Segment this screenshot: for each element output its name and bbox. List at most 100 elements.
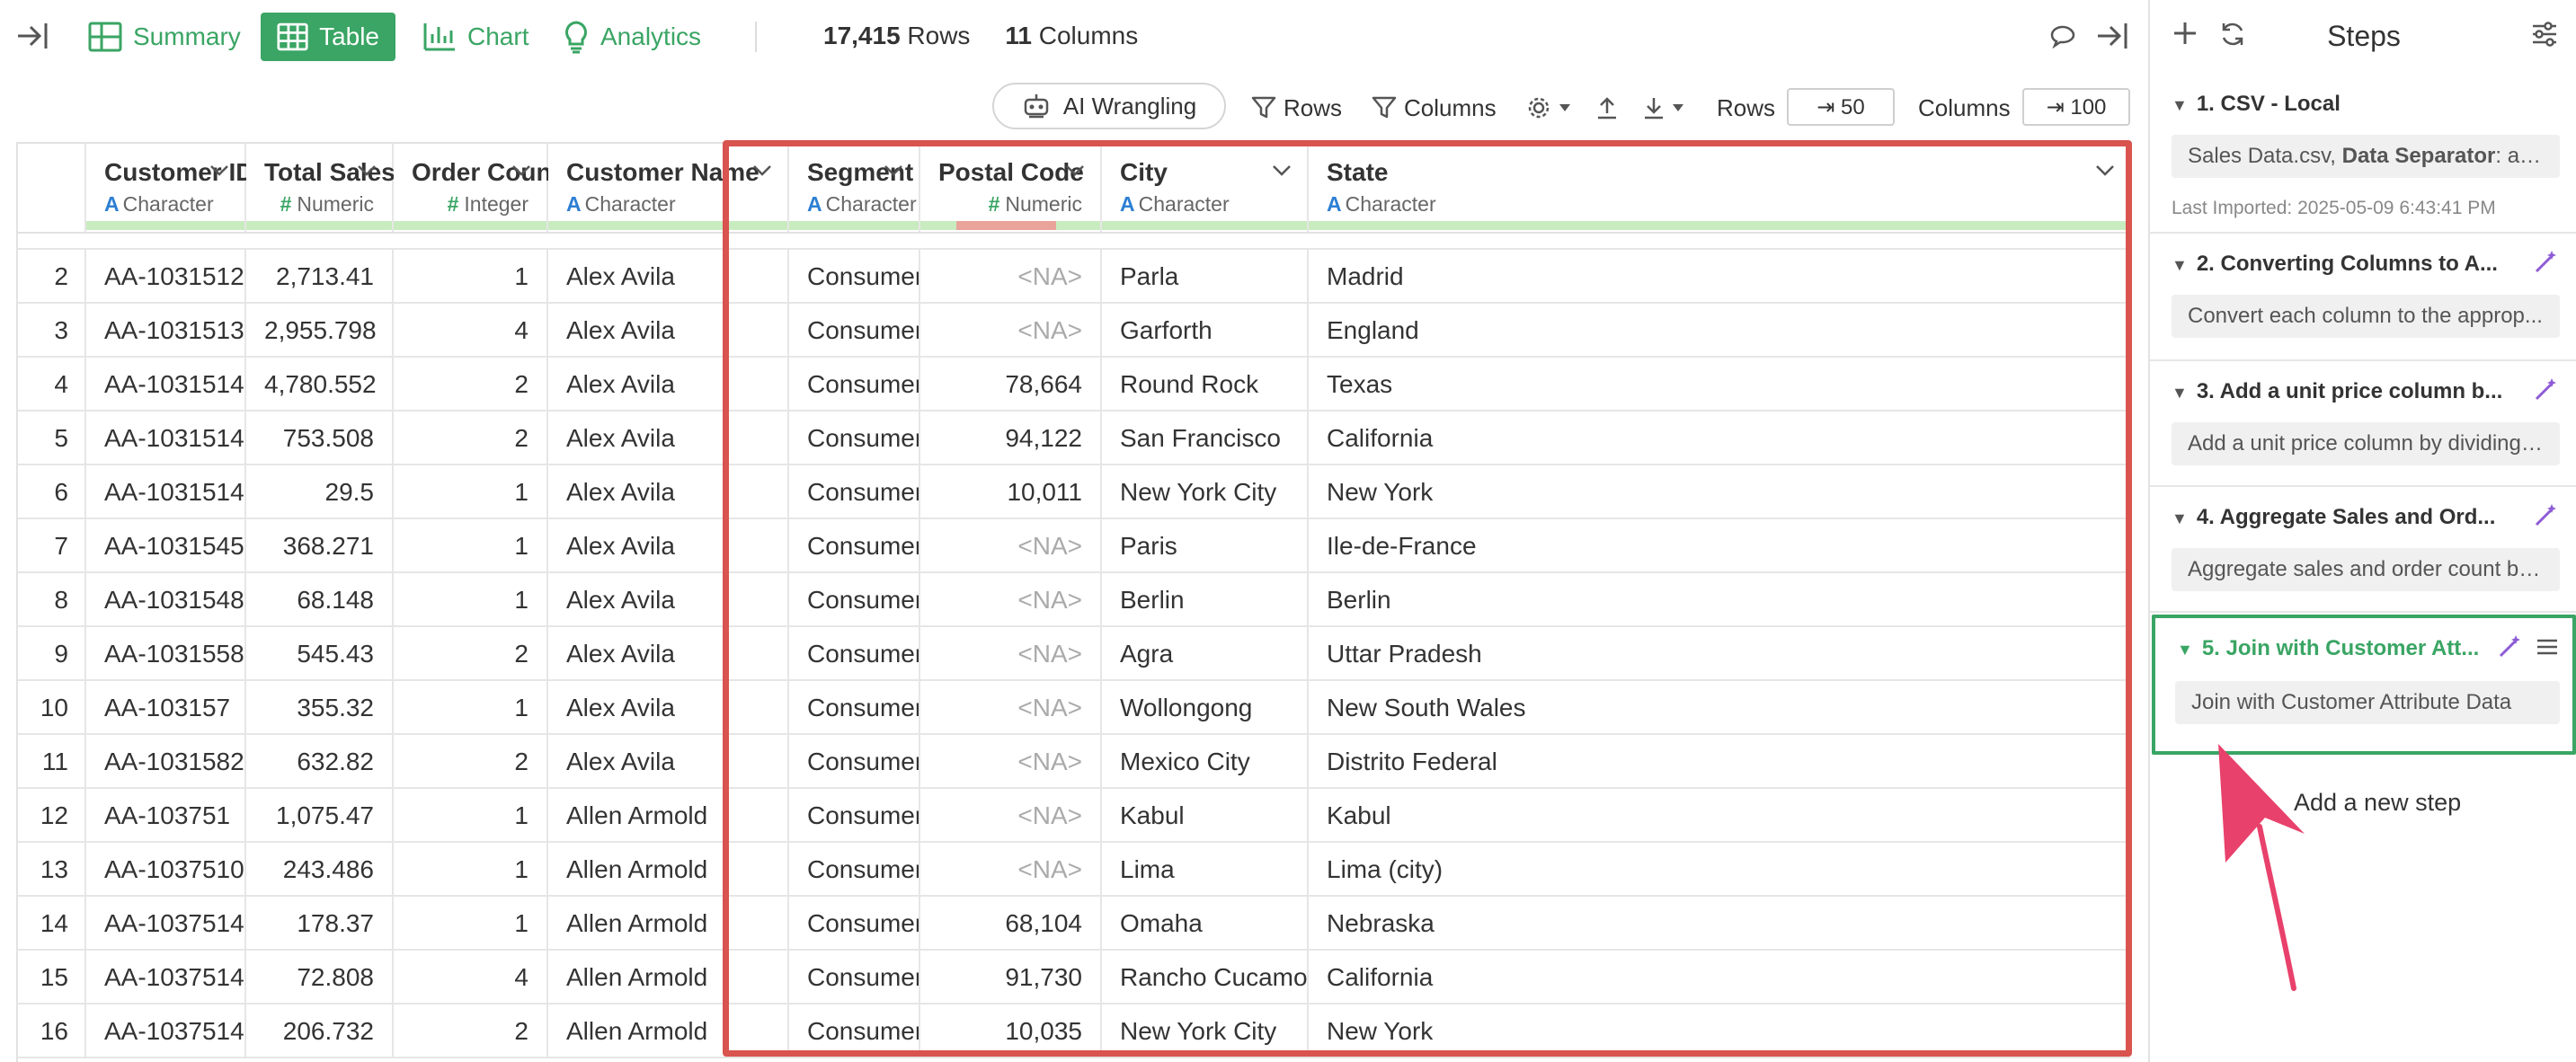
table-cell[interactable]: Consumer — [789, 681, 920, 735]
table-row[interactable]: 3 AA-10315139 2,955.798 4 Alex Avila Consumer… — [18, 304, 2130, 358]
table-cell[interactable]: Consumer — [789, 627, 920, 681]
table-row[interactable]: 10 AA-103157 355.32 1 Alex Avila Consumer <NA>… — [18, 681, 2130, 735]
table-row[interactable]: 14AA-103751402178.371Allen ArmoldConsume… — [18, 897, 2130, 951]
collapse-triangle-icon[interactable]: ▼ — [2172, 509, 2188, 528]
table-cell[interactable]: AA-103151406 — [86, 465, 246, 519]
table-cell[interactable]: Allen Armold — [548, 843, 789, 897]
chevron-down-icon[interactable] — [2094, 164, 2116, 178]
table-cell[interactable]: 29.5 — [246, 465, 394, 519]
table-row[interactable]: 11 AA-1031582 632.82 2 Alex Avila Consumer <NA… — [18, 735, 2130, 789]
table-cell[interactable]: AA-103151404 — [86, 412, 246, 465]
table-cell[interactable]: 1 — [394, 897, 548, 951]
table-row[interactable]: 5AA-103151404753.5082Alex AvilaConsumer9… — [18, 412, 2130, 465]
table-cell[interactable]: 368.271 — [246, 519, 394, 573]
table-cell[interactable]: <NA> — [920, 304, 1102, 358]
column-header[interactable]: Total Sales # Numeric — [246, 144, 395, 234]
collapse-triangle-icon[interactable]: ▼ — [2172, 96, 2188, 115]
table-row[interactable]: 15AA-10375140472.8084Allen ArmoldConsume… — [18, 951, 2130, 1004]
column-header[interactable]: Segment A Character — [789, 144, 920, 234]
table-cell[interactable]: 1 — [394, 843, 548, 897]
table-cell[interactable]: AA-103751404 — [86, 951, 246, 1004]
magic-wand-icon[interactable] — [2533, 250, 2558, 279]
table-cell[interactable]: California — [1309, 951, 2130, 1004]
chevron-down-icon[interactable] — [1271, 164, 1292, 178]
table-cell[interactable]: 1 — [394, 573, 548, 627]
table-cell[interactable]: Consumer — [789, 358, 920, 412]
step-3-add-unit-price[interactable]: ▼ 3. Add a unit price column b... Add a u… — [2150, 361, 2576, 487]
table-cell[interactable]: Consumer — [789, 519, 920, 573]
table-cell[interactable]: 1 — [394, 789, 548, 843]
collapse-triangle-icon[interactable]: ▼ — [2172, 384, 2188, 403]
table-cell[interactable]: 4,780.552 — [246, 358, 394, 412]
table-cell[interactable]: Nebraska — [1309, 897, 2130, 951]
table-cell[interactable]: 243.486 — [246, 843, 394, 897]
step-4-aggregate-sales[interactable]: ▼ 4. Aggregate Sales and Ord... Aggregate… — [2150, 487, 2576, 613]
magic-wand-icon[interactable] — [2533, 503, 2558, 533]
table-cell[interactable]: 2 — [394, 412, 548, 465]
table-cell[interactable]: Lima (city) — [1309, 843, 2130, 897]
table-cell[interactable]: Alex Avila — [548, 250, 789, 304]
table-cell[interactable]: AA-1031582 — [86, 735, 246, 789]
table-cell[interactable]: Allen Armold — [548, 951, 789, 1004]
table-cell[interactable]: 178.37 — [246, 897, 394, 951]
table-cell[interactable]: Alex Avila — [548, 304, 789, 358]
chevron-down-icon[interactable] — [209, 164, 230, 178]
table-cell[interactable]: Kabul — [1102, 789, 1309, 843]
table-cell[interactable]: <NA> — [920, 627, 1102, 681]
table-cell[interactable]: New South Wales — [1309, 681, 2130, 735]
table-cell[interactable]: 10,011 — [920, 465, 1102, 519]
tab-summary[interactable]: Summary — [72, 13, 257, 61]
chevron-down-icon[interactable] — [511, 164, 532, 178]
table-cell[interactable]: Berlin — [1309, 573, 2130, 627]
table-cell[interactable]: Allen Armold — [548, 789, 789, 843]
table-cell[interactable]: AA-10315139 — [86, 304, 246, 358]
table-cell[interactable]: <NA> — [920, 735, 1102, 789]
table-cell[interactable]: AA-10375101 — [86, 843, 246, 897]
table-cell[interactable]: <NA> — [920, 250, 1102, 304]
ai-wrangling-button[interactable]: AI Wrangling — [992, 83, 1226, 129]
table-cell[interactable]: Allen Armold — [548, 897, 789, 951]
table-cell[interactable]: Alex Avila — [548, 573, 789, 627]
table-cell[interactable]: Consumer — [789, 250, 920, 304]
table-cell[interactable]: England — [1309, 304, 2130, 358]
table-cell[interactable]: Consumer — [789, 412, 920, 465]
table-cell[interactable]: Lima — [1102, 843, 1309, 897]
table-cell[interactable]: 4 — [394, 951, 548, 1004]
table-row[interactable]: 16AA-103751406206.7322Allen ArmoldConsum… — [18, 1004, 2130, 1058]
table-cell[interactable]: 1 — [394, 465, 548, 519]
table-row[interactable]: 4AA-1031514024,780.5522Alex AvilaConsume… — [18, 358, 2130, 412]
sliders-settings-icon[interactable] — [2531, 22, 2558, 51]
table-cell[interactable]: <NA> — [920, 519, 1102, 573]
table-cell[interactable]: Consumer — [789, 304, 920, 358]
table-cell[interactable]: Paris — [1102, 519, 1309, 573]
column-header[interactable]: City A Character — [1102, 144, 1309, 234]
table-cell[interactable]: Consumer — [789, 1004, 920, 1058]
table-cell[interactable]: Consumer — [789, 573, 920, 627]
table-cell[interactable]: AA-103751406 — [86, 1004, 246, 1058]
table-cell[interactable]: 91,730 — [920, 951, 1102, 1004]
table-cell[interactable]: 1 — [394, 250, 548, 304]
table-cell[interactable]: AA-103751 — [86, 789, 246, 843]
table-cell[interactable]: 1 — [394, 519, 548, 573]
table-cell[interactable]: 72.808 — [246, 951, 394, 1004]
table-cell[interactable]: Kabul — [1309, 789, 2130, 843]
table-cell[interactable]: 545.43 — [246, 627, 394, 681]
upload-icon[interactable] — [1596, 90, 1625, 126]
chevron-down-icon[interactable] — [1064, 164, 1086, 178]
column-header[interactable]: Order Count # Integer — [394, 144, 560, 234]
table-cell[interactable]: AA-103151402 — [86, 358, 246, 412]
table-row[interactable]: 7 AA-1031545 368.271 1 Alex Avila Consumer <NA… — [18, 519, 2130, 573]
chevron-down-icon[interactable] — [751, 164, 773, 178]
table-row[interactable]: 13 AA-10375101 243.486 1 Allen Armold Consume… — [18, 843, 2130, 897]
column-header[interactable]: State A Character — [1309, 144, 2130, 234]
table-cell[interactable]: Alex Avila — [548, 627, 789, 681]
table-cell[interactable]: Alex Avila — [548, 681, 789, 735]
table-cell[interactable]: 206.732 — [246, 1004, 394, 1058]
table-cell[interactable]: 2 — [394, 1004, 548, 1058]
collapse-right-panel-icon[interactable] — [2094, 20, 2130, 57]
table-cell[interactable]: 2 — [394, 627, 548, 681]
table-cell[interactable]: 355.32 — [246, 681, 394, 735]
rows-filter-button[interactable]: Rows — [1251, 90, 1342, 126]
table-cell[interactable]: 78,664 — [920, 358, 1102, 412]
table-cell[interactable]: California — [1309, 412, 2130, 465]
